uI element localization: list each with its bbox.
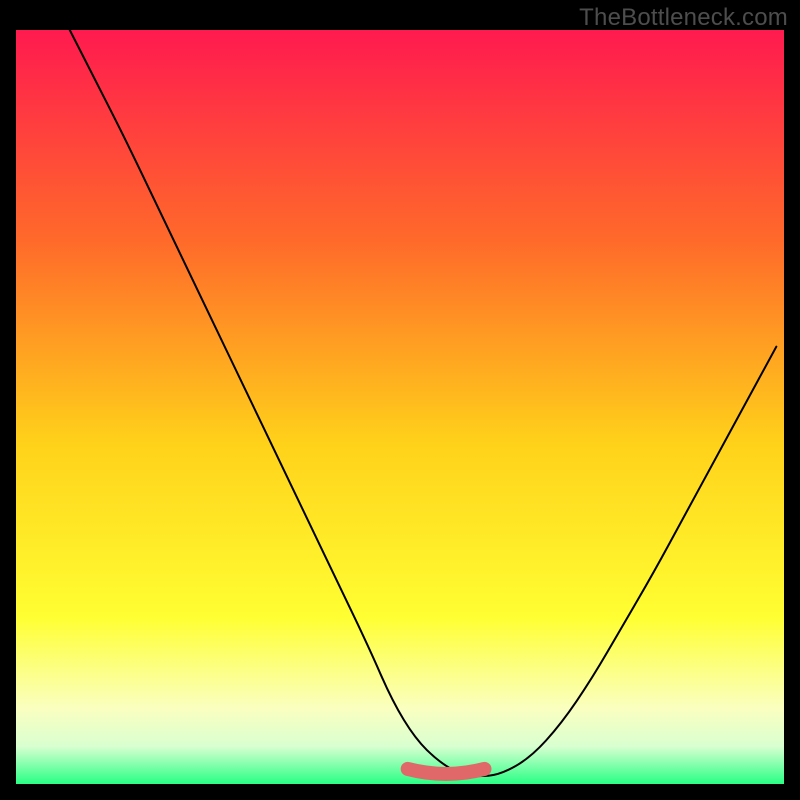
chart-frame: TheBottleneck.com — [0, 0, 800, 800]
gradient-background — [16, 30, 784, 784]
optimal-zone-marker — [408, 769, 485, 774]
bottleneck-chart — [16, 30, 784, 784]
plot-area — [16, 30, 784, 784]
watermark-text: TheBottleneck.com — [579, 4, 788, 32]
